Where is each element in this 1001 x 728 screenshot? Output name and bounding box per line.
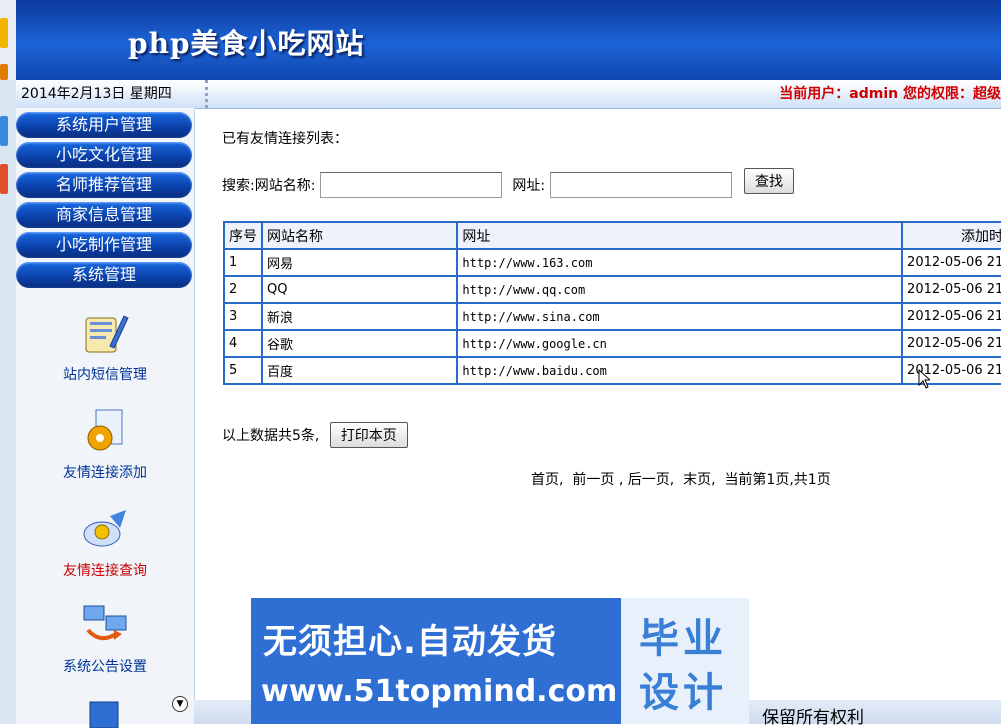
menu-snack-culture[interactable]: 小吃文化管理 [16, 142, 192, 168]
menu-label: 小吃文化管理 [55, 145, 152, 164]
cell-site-name: 谷歌 [260, 329, 459, 358]
pagination: 首页, 前一页 , 后一页, 末页, 当前第1页,共1页 [531, 469, 831, 489]
shortcut-icon-orange[interactable] [0, 64, 8, 80]
header-left-edge [0, 0, 16, 80]
seal-text-bottom: 设计 [639, 670, 727, 716]
promo-seal: 毕业 设计 [621, 598, 749, 724]
tool-link-query[interactable]: 友情连接查询 [16, 504, 194, 580]
cell-added-time: 2012-05-06 21 [901, 329, 1001, 358]
table-header-row: 序号 网站名称 网址 添加时间 [223, 221, 1001, 250]
tool-label: 系统公告设置 [63, 659, 147, 675]
col-header-index: 序号 [223, 221, 263, 250]
message-edit-icon [85, 315, 129, 353]
table-row[interactable]: 5 百度 http://www.baidu.com 2012-05-06 21 [223, 356, 1001, 385]
scroll-down-icon[interactable]: ▼ [172, 696, 188, 712]
site-name-input[interactable] [319, 172, 502, 198]
current-date: 2014年2月13日 星期四 [16, 80, 208, 108]
cell-url[interactable]: http://www.sina.com [456, 302, 904, 331]
table-row[interactable]: 1 网易 http://www.163.com 2012-05-06 21 [223, 248, 1001, 277]
network-announce-icon [83, 605, 127, 641]
promo-watermark: 无须担心.自动发货 www.51topmind.com 毕业 设计 [251, 598, 749, 724]
menu-label: 系统管理 [71, 265, 136, 284]
sidebar: 系统用户管理 小吃文化管理 名师推荐管理 商家信息管理 小吃制作管理 系统管理 … [16, 108, 195, 728]
cell-site-name: 百度 [260, 356, 459, 385]
menu-label: 系统用户管理 [55, 115, 152, 134]
menu-system-users[interactable]: 系统用户管理 [16, 112, 192, 138]
cell-url[interactable]: http://www.qq.com [456, 275, 904, 304]
col-header-site-name: 网站名称 [260, 221, 459, 250]
tool-label: 友情连接查询 [63, 563, 147, 579]
cell-site-name: 网易 [260, 248, 459, 277]
cell-added-time: 2012-05-06 21 [901, 275, 1001, 304]
cell-added-time: 2012-05-06 21 [901, 302, 1001, 331]
cell-site-name: QQ [260, 275, 459, 304]
print-page-button[interactable]: 打印本页 [329, 422, 408, 448]
cell-url[interactable]: http://www.baidu.com [456, 356, 904, 385]
table-row[interactable]: 4 谷歌 http://www.google.cn 2012-05-06 21 [223, 329, 1001, 358]
shortcut-icon-yellow[interactable] [0, 18, 8, 48]
menu-chef-recommend[interactable]: 名师推荐管理 [16, 172, 192, 198]
menu-snack-making[interactable]: 小吃制作管理 [16, 232, 192, 258]
mouse-cursor-icon [918, 369, 930, 389]
table-row[interactable]: 3 新浪 http://www.sina.com 2012-05-06 21 [223, 302, 1001, 331]
col-header-added-time: 添加时间 [901, 221, 1001, 250]
cell-url[interactable]: http://www.163.com [456, 248, 904, 277]
pager-next[interactable]: 后一页, [628, 472, 674, 488]
url-label: 网址: [512, 178, 546, 194]
table-row[interactable]: 2 QQ http://www.qq.com 2012-05-06 21 [223, 275, 1001, 304]
cell-index: 4 [223, 329, 263, 358]
col-header-url: 网址 [456, 221, 904, 250]
cell-index: 3 [223, 302, 263, 331]
menu-label: 小吃制作管理 [55, 235, 152, 254]
pager-sep: , [618, 472, 624, 488]
url-input[interactable] [549, 172, 732, 198]
tool-message-manage[interactable]: 站内短信管理 [16, 308, 194, 384]
pager-prev[interactable]: 前一页 [572, 472, 614, 488]
left-shortcut-strip [0, 80, 16, 724]
tool-link-add[interactable]: 友情连接添加 [16, 406, 194, 482]
pager-last[interactable]: 末页, [683, 472, 715, 488]
info-bar: 2014年2月13日 星期四 当前用户：admin 您的权限：超级 [16, 80, 1001, 109]
tool-label: 站内短信管理 [63, 367, 147, 383]
link-settings-icon [87, 409, 123, 451]
menu-system-admin[interactable]: 系统管理 [16, 262, 192, 288]
tool-label: 友情连接添加 [63, 465, 147, 481]
total-row: 以上数据共5条, 打印本页 [222, 422, 408, 448]
total-count-text: 以上数据共5条, [222, 428, 320, 444]
search-row: 搜索:网站名称: 网址: 查找 [222, 168, 794, 198]
cell-index: 1 [223, 248, 263, 277]
current-user-info: 当前用户：admin 您的权限：超级 [779, 86, 1001, 102]
list-title: 已有友情连接列表： [222, 131, 348, 147]
site-name-label: 搜索:网站名称: [222, 178, 316, 194]
site-header: php美食小吃网站 [0, 0, 1001, 80]
seal-text-top: 毕业 [639, 616, 727, 662]
menu-label: 名师推荐管理 [55, 175, 152, 194]
links-table: 序号 网站名称 网址 添加时间 1 网易 http://www.163.com … [223, 221, 1001, 385]
cell-site-name: 新浪 [260, 302, 459, 331]
menu-merchant-info[interactable]: 商家信息管理 [16, 202, 192, 228]
pager-status: 当前第1页,共1页 [724, 472, 831, 488]
cell-index: 5 [223, 356, 263, 385]
shortcut-icon-red[interactable] [0, 164, 8, 194]
promo-url: www.51topmind.com [261, 674, 618, 709]
shortcut-icon-blue[interactable] [0, 116, 8, 146]
cell-index: 2 [223, 275, 263, 304]
cell-url[interactable]: http://www.google.cn [456, 329, 904, 358]
tool-announcement[interactable]: 系统公告设置 [16, 600, 194, 676]
cell-added-time: 2012-05-06 21 [901, 356, 1001, 385]
menu-label: 商家信息管理 [55, 205, 152, 224]
pager-first[interactable]: 首页, [531, 472, 563, 488]
site-title: php美食小吃网站 [128, 27, 365, 60]
cell-added-time: 2012-05-06 21 [901, 248, 1001, 277]
link-query-icon [83, 510, 126, 547]
search-button[interactable]: 查找 [743, 168, 794, 194]
promo-slogan: 无须担心.自动发货 [263, 622, 557, 662]
copyright-text: 保留所有权利 [762, 708, 864, 728]
